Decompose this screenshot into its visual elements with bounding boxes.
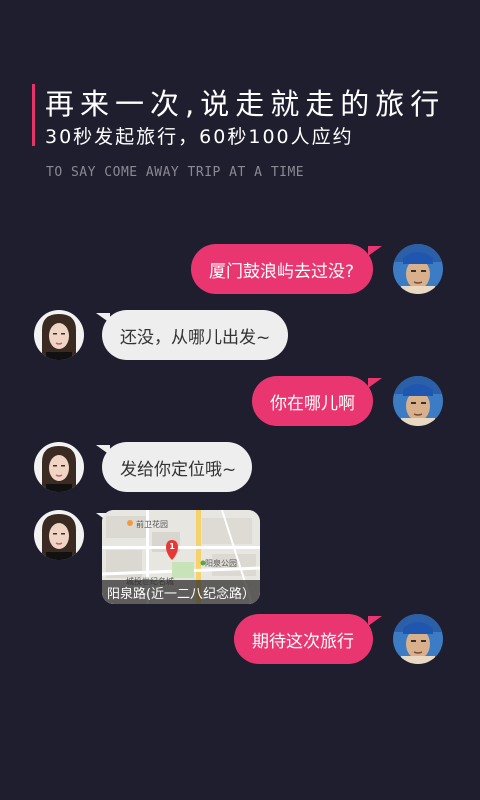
headline: 再来一次,说走就走的旅行 [45,87,446,121]
message-text: 你在哪儿啊 [270,393,355,414]
avatar-me[interactable] [393,614,443,664]
message-bubble-outgoing[interactable]: 期待这次旅行 [234,614,373,664]
message-bubble-incoming[interactable]: 还没，从哪儿出发~ [102,310,288,360]
avatar-friend[interactable] [34,442,84,492]
message-text: 厦门鼓浪屿去过没? [209,261,355,282]
message-text: 期待这次旅行 [252,631,354,652]
avatar-friend[interactable] [34,310,84,360]
subheadline: 30秒发起旅行，60秒100人应约 [45,126,354,148]
message-text: 还没，从哪儿出发~ [120,327,271,348]
english-tagline: TO SAY COME AWAY TRIP AT A TIME [46,165,305,180]
avatar-me[interactable] [393,244,443,294]
bubble-tail [368,616,382,626]
map-label: 前卫花园 [136,520,168,529]
map-label: 阳泉公园 [205,559,237,568]
bubble-tail [368,378,382,388]
avatar-friend[interactable] [34,510,84,560]
message-bubble-outgoing[interactable]: 你在哪儿啊 [252,376,373,426]
accent-bar [32,84,35,146]
location-card[interactable]: 前卫花园 阳泉公园 城投世纪名城 1 阳泉路(近一二八纪念路） [102,510,260,604]
location-address: 阳泉路(近一二八纪念路） [102,580,260,604]
bubble-tail [368,246,382,256]
message-bubble-outgoing[interactable]: 厦门鼓浪屿去过没? [191,244,373,294]
avatar-me[interactable] [393,376,443,426]
map-pin-number: 1 [169,542,175,551]
message-text: 发给你定位哦~ [120,459,237,480]
message-bubble-incoming[interactable]: 发给你定位哦~ [102,442,252,492]
chat-promo-screen: 再来一次,说走就走的旅行 30秒发起旅行，60秒100人应约 TO SAY CO… [0,0,480,800]
